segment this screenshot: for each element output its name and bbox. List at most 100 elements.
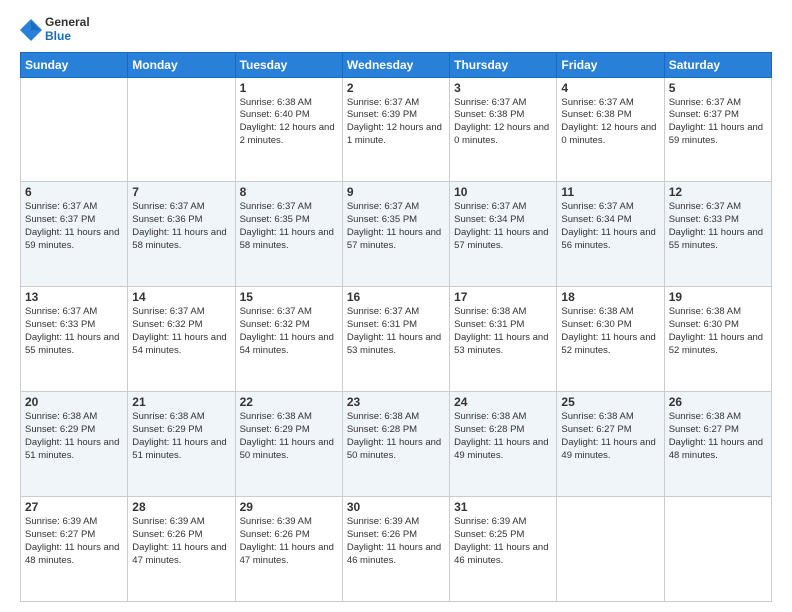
day-number: 8 [240, 185, 338, 199]
day-number: 15 [240, 290, 338, 304]
calendar-cell: 13 Sunrise: 6:37 AM Sunset: 6:33 PM Dayli… [21, 287, 128, 392]
day-number: 14 [132, 290, 230, 304]
day-info: Sunrise: 6:37 AM Sunset: 6:33 PM Dayligh… [25, 306, 123, 357]
calendar-cell: 8 Sunrise: 6:37 AM Sunset: 6:35 PM Daylig… [235, 182, 342, 287]
day-info: Sunrise: 6:38 AM Sunset: 6:30 PM Dayligh… [669, 306, 767, 357]
day-number: 26 [669, 395, 767, 409]
calendar-cell: 24 Sunrise: 6:38 AM Sunset: 6:28 PM Dayli… [450, 392, 557, 497]
calendar-cell: 5Sunrise: 6:37 AM Sunset: 6:37 PM Daylig… [664, 77, 771, 182]
calendar-cell: 11 Sunrise: 6:37 AM Sunset: 6:34 PM Dayli… [557, 182, 664, 287]
calendar-cell: 6 Sunrise: 6:37 AM Sunset: 6:37 PM Daylig… [21, 182, 128, 287]
col-header-tuesday: Tuesday [235, 52, 342, 77]
calendar-cell: 21 Sunrise: 6:38 AM Sunset: 6:29 PM Dayli… [128, 392, 235, 497]
calendar-cell: 28 Sunrise: 6:39 AM Sunset: 6:26 PM Dayli… [128, 497, 235, 602]
calendar-cell: 7 Sunrise: 6:37 AM Sunset: 6:36 PM Daylig… [128, 182, 235, 287]
col-header-thursday: Thursday [450, 52, 557, 77]
calendar-cell: 31 Sunrise: 6:39 AM Sunset: 6:25 PM Dayli… [450, 497, 557, 602]
week-row-5: 27Sunrise: 6:39 AM Sunset: 6:27 PM Dayli… [21, 497, 772, 602]
day-number: 30 [347, 500, 445, 514]
col-header-monday: Monday [128, 52, 235, 77]
day-info: Sunrise: 6:39 AM Sunset: 6:27 PM Dayligh… [25, 516, 123, 567]
col-header-wednesday: Wednesday [342, 52, 449, 77]
calendar-cell: 14 Sunrise: 6:37 AM Sunset: 6:32 PM Dayli… [128, 287, 235, 392]
week-row-2: 6 Sunrise: 6:37 AM Sunset: 6:37 PM Daylig… [21, 182, 772, 287]
calendar-cell: 9 Sunrise: 6:37 AM Sunset: 6:35 PM Daylig… [342, 182, 449, 287]
calendar-cell: 3 Sunrise: 6:37 AM Sunset: 6:38 PM Daylig… [450, 77, 557, 182]
week-row-4: 20 Sunrise: 6:38 AM Sunset: 6:29 PM Dayli… [21, 392, 772, 497]
day-info: Sunrise: 6:37 AM Sunset: 6:34 PM Dayligh… [454, 201, 552, 252]
calendar-cell: 26 Sunrise: 6:38 AM Sunset: 6:27 PM Dayli… [664, 392, 771, 497]
day-number: 12 [669, 185, 767, 199]
calendar-header-row: SundayMondayTuesdayWednesdayThursdayFrid… [21, 52, 772, 77]
day-info: Sunrise: 6:37 AM Sunset: 6:38 PM Dayligh… [561, 97, 659, 148]
calendar-cell: 20Sunrise: 6:38 AM Sunset: 6:29 PM Dayli… [21, 392, 128, 497]
day-info: Sunrise: 6:38 AM Sunset: 6:27 PM Dayligh… [669, 411, 767, 462]
calendar-cell [664, 497, 771, 602]
day-number: 13 [25, 290, 123, 304]
day-info: Sunrise: 6:38 AM Sunset: 6:29 PM Dayligh… [132, 411, 230, 462]
calendar-cell: 10Sunrise: 6:37 AM Sunset: 6:34 PM Dayli… [450, 182, 557, 287]
day-number: 28 [132, 500, 230, 514]
day-info: Sunrise: 6:37 AM Sunset: 6:33 PM Dayligh… [669, 201, 767, 252]
day-info: Sunrise: 6:39 AM Sunset: 6:26 PM Dayligh… [132, 516, 230, 567]
day-number: 21 [132, 395, 230, 409]
header: General Blue [20, 16, 772, 44]
day-info: Sunrise: 6:37 AM Sunset: 6:35 PM Dayligh… [347, 201, 445, 252]
calendar-cell: 30 Sunrise: 6:39 AM Sunset: 6:26 PM Dayli… [342, 497, 449, 602]
calendar-cell: 16 Sunrise: 6:37 AM Sunset: 6:31 PM Dayli… [342, 287, 449, 392]
col-header-saturday: Saturday [664, 52, 771, 77]
day-info: Sunrise: 6:39 AM Sunset: 6:26 PM Dayligh… [347, 516, 445, 567]
day-number: 4 [561, 81, 659, 95]
day-number: 31 [454, 500, 552, 514]
calendar-cell: 1Sunrise: 6:38 AM Sunset: 6:40 PM Daylig… [235, 77, 342, 182]
day-info: Sunrise: 6:38 AM Sunset: 6:27 PM Dayligh… [561, 411, 659, 462]
calendar-cell: 25Sunrise: 6:38 AM Sunset: 6:27 PM Dayli… [557, 392, 664, 497]
day-info: Sunrise: 6:37 AM Sunset: 6:32 PM Dayligh… [132, 306, 230, 357]
day-info: Sunrise: 6:37 AM Sunset: 6:37 PM Dayligh… [25, 201, 123, 252]
calendar-cell: 27Sunrise: 6:39 AM Sunset: 6:27 PM Dayli… [21, 497, 128, 602]
calendar-cell: 12 Sunrise: 6:37 AM Sunset: 6:33 PM Dayli… [664, 182, 771, 287]
calendar-cell: 17 Sunrise: 6:38 AM Sunset: 6:31 PM Dayli… [450, 287, 557, 392]
day-info: Sunrise: 6:37 AM Sunset: 6:39 PM Dayligh… [347, 97, 445, 148]
calendar-cell [128, 77, 235, 182]
day-info: Sunrise: 6:37 AM Sunset: 6:38 PM Dayligh… [454, 97, 552, 148]
day-number: 9 [347, 185, 445, 199]
day-number: 20 [25, 395, 123, 409]
day-number: 19 [669, 290, 767, 304]
day-info: Sunrise: 6:39 AM Sunset: 6:26 PM Dayligh… [240, 516, 338, 567]
day-number: 17 [454, 290, 552, 304]
day-number: 18 [561, 290, 659, 304]
day-info: Sunrise: 6:39 AM Sunset: 6:25 PM Dayligh… [454, 516, 552, 567]
day-info: Sunrise: 6:38 AM Sunset: 6:29 PM Dayligh… [240, 411, 338, 462]
day-info: Sunrise: 6:37 AM Sunset: 6:35 PM Dayligh… [240, 201, 338, 252]
calendar-cell: 18 Sunrise: 6:38 AM Sunset: 6:30 PM Dayli… [557, 287, 664, 392]
page: General Blue SundayMondayTuesdayWednesda… [0, 0, 792, 612]
day-info: Sunrise: 6:38 AM Sunset: 6:31 PM Dayligh… [454, 306, 552, 357]
calendar-cell: 15Sunrise: 6:37 AM Sunset: 6:32 PM Dayli… [235, 287, 342, 392]
col-header-friday: Friday [557, 52, 664, 77]
calendar-cell: 2Sunrise: 6:37 AM Sunset: 6:39 PM Daylig… [342, 77, 449, 182]
week-row-1: 1Sunrise: 6:38 AM Sunset: 6:40 PM Daylig… [21, 77, 772, 182]
logo-triangle-icon [20, 19, 42, 41]
day-number: 11 [561, 185, 659, 199]
day-info: Sunrise: 6:38 AM Sunset: 6:30 PM Dayligh… [561, 306, 659, 357]
day-info: Sunrise: 6:37 AM Sunset: 6:36 PM Dayligh… [132, 201, 230, 252]
calendar-cell [557, 497, 664, 602]
day-number: 24 [454, 395, 552, 409]
day-number: 7 [132, 185, 230, 199]
day-info: Sunrise: 6:37 AM Sunset: 6:31 PM Dayligh… [347, 306, 445, 357]
week-row-3: 13 Sunrise: 6:37 AM Sunset: 6:33 PM Dayli… [21, 287, 772, 392]
day-number: 16 [347, 290, 445, 304]
calendar-cell: 19 Sunrise: 6:38 AM Sunset: 6:30 PM Dayli… [664, 287, 771, 392]
day-info: Sunrise: 6:38 AM Sunset: 6:28 PM Dayligh… [347, 411, 445, 462]
logo-general-text: General [45, 16, 90, 30]
calendar-cell: 23 Sunrise: 6:38 AM Sunset: 6:28 PM Dayli… [342, 392, 449, 497]
day-number: 6 [25, 185, 123, 199]
day-info: Sunrise: 6:37 AM Sunset: 6:34 PM Dayligh… [561, 201, 659, 252]
logo-blue-text: Blue [45, 30, 90, 44]
day-number: 23 [347, 395, 445, 409]
calendar-cell [21, 77, 128, 182]
day-info: Sunrise: 6:38 AM Sunset: 6:28 PM Dayligh… [454, 411, 552, 462]
day-number: 3 [454, 81, 552, 95]
day-number: 22 [240, 395, 338, 409]
